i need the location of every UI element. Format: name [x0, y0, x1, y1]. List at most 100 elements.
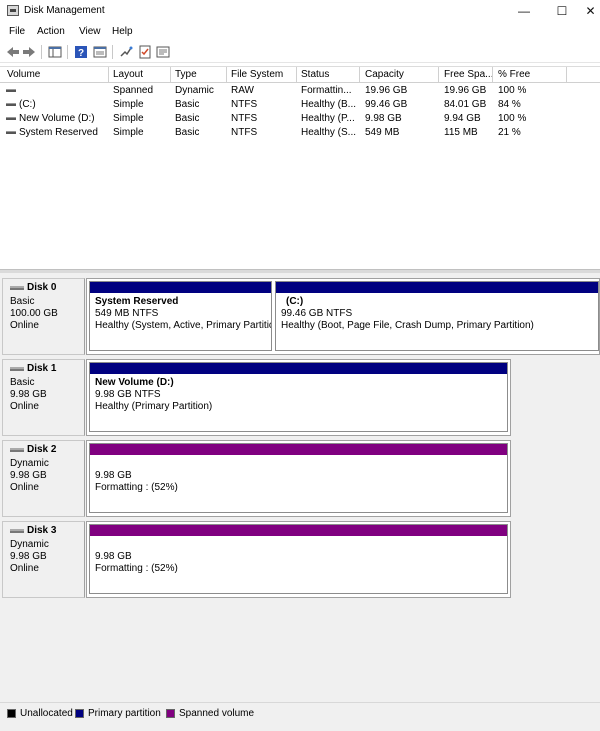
volume-file-system: RAW [231, 85, 254, 96]
volume-name: (C:) [19, 99, 36, 110]
partition-status: Healthy (Boot, Page File, Crash Dump, Pr… [281, 320, 534, 331]
volume-icon [6, 131, 16, 134]
column-header-percent-free[interactable]: % Free [498, 69, 530, 80]
disk-3-partitions: 9.98 GB Formatting : (52%) [86, 521, 511, 598]
partition-status: Formatting : (52%) [95, 563, 178, 574]
disk-name: Disk 0 [27, 282, 57, 293]
help-icon[interactable]: ? [74, 45, 88, 59]
column-divider[interactable] [170, 67, 171, 83]
legend-swatch-unallocated [7, 709, 16, 718]
disk-icon [10, 529, 24, 533]
column-divider[interactable] [492, 67, 493, 83]
volume-percent-free: 100 % [498, 113, 527, 124]
volume-row[interactable]: System Reserved Simple Basic NTFS Health… [0, 126, 600, 140]
disk-icon [10, 286, 24, 290]
column-divider[interactable] [296, 67, 297, 83]
partition-size: 9.98 GB [95, 470, 132, 481]
properties-icon[interactable] [93, 45, 107, 59]
disk-2-label[interactable]: Disk 2 Dynamic 9.98 GB Online [2, 440, 85, 517]
volume-row[interactable]: Spanned Dynamic RAW Formattin... 19.96 G… [0, 84, 600, 98]
disk-kind: Basic [10, 377, 35, 388]
volume-file-system: NTFS [231, 99, 258, 110]
volume-free-space: 115 MB [444, 127, 478, 138]
volume-status: Healthy (S... [301, 127, 357, 138]
volume-capacity: 9.98 GB [365, 113, 402, 124]
disk-size: 9.98 GB [10, 470, 47, 481]
toolbar: ? [0, 41, 600, 63]
volume-capacity: 99.46 GB [365, 99, 408, 110]
legend-label-unallocated: Unallocated [20, 708, 73, 719]
disk-1-partitions: New Volume (D:) 9.98 GB NTFS Healthy (Pr… [86, 359, 511, 436]
disk-0-partitions: System Reserved 549 MB NTFS Healthy (Sys… [86, 278, 600, 355]
volume-status: Healthy (P... [301, 113, 355, 124]
volume-row[interactable]: New Volume (D:) Simple Basic NTFS Health… [0, 112, 600, 126]
show-hide-console-tree-icon[interactable] [48, 45, 62, 59]
volume-type: Dynamic [175, 85, 214, 96]
volume-free-space: 84.01 GB [444, 99, 487, 110]
column-header-capacity[interactable]: Capacity [365, 69, 404, 80]
disk-state: Online [10, 563, 39, 574]
column-divider[interactable] [566, 67, 567, 83]
column-header-free-space[interactable]: Free Spa... [444, 69, 493, 80]
connect-icon[interactable] [119, 45, 133, 59]
checklist-icon[interactable] [138, 45, 152, 59]
volume-name: System Reserved [19, 127, 98, 138]
legend: Unallocated Primary partition Spanned vo… [0, 702, 600, 731]
disk-kind: Basic [10, 296, 35, 307]
column-header-status[interactable]: Status [301, 69, 329, 80]
legend-label-spanned: Spanned volume [179, 708, 255, 719]
forward-icon[interactable] [22, 45, 36, 59]
volume-file-system: NTFS [231, 113, 258, 124]
partition-system-reserved[interactable]: System Reserved 549 MB NTFS Healthy (Sys… [89, 281, 272, 351]
partition-new-volume-d[interactable]: New Volume (D:) 9.98 GB NTFS Healthy (Pr… [89, 362, 508, 432]
partition-title: (C:) [286, 296, 304, 307]
disk-3-label[interactable]: Disk 3 Dynamic 9.98 GB Online [2, 521, 85, 598]
settings-icon[interactable] [156, 45, 170, 59]
volume-free-space: 19.96 GB [444, 85, 487, 96]
menu-action[interactable]: Action [37, 26, 65, 37]
disk-1-label[interactable]: Disk 1 Basic 9.98 GB Online [2, 359, 85, 436]
window-title: Disk Management [24, 5, 105, 16]
menu-file[interactable]: File [9, 26, 25, 37]
disk-state: Online [10, 320, 39, 331]
volume-status: Healthy (B... [301, 99, 357, 110]
disk-kind: Dynamic [10, 539, 49, 550]
menu-view[interactable]: View [79, 26, 101, 37]
volume-icon [6, 103, 16, 106]
disk-2-partitions: 9.98 GB Formatting : (52%) [86, 440, 511, 517]
column-header-layout[interactable]: Layout [113, 69, 143, 80]
partition-type-bar [90, 525, 507, 536]
column-divider[interactable] [438, 67, 439, 83]
partition-size: 9.98 GB NTFS [95, 389, 161, 400]
disk-0-label[interactable]: Disk 0 Basic 100.00 GB Online [2, 278, 85, 355]
spanned-volume-segment[interactable]: 9.98 GB Formatting : (52%) [89, 443, 508, 513]
column-header-volume[interactable]: Volume [7, 69, 40, 80]
disk-icon [10, 448, 24, 452]
partition-status: Healthy (Primary Partition) [95, 401, 213, 412]
column-divider[interactable] [108, 67, 109, 83]
disk-name: Disk 1 [27, 363, 57, 374]
volume-name: New Volume (D:) [19, 113, 95, 124]
disk-state: Online [10, 401, 39, 412]
partition-size: 549 MB NTFS [95, 308, 159, 319]
column-divider[interactable] [226, 67, 227, 83]
svg-text:?: ? [78, 48, 84, 59]
legend-swatch-primary [75, 709, 84, 718]
volume-row[interactable]: (C:) Simple Basic NTFS Healthy (B... 99.… [0, 98, 600, 112]
spanned-volume-segment[interactable]: 9.98 GB Formatting : (52%) [89, 524, 508, 594]
partition-type-bar [90, 444, 507, 455]
close-button[interactable]: ✕ [581, 0, 600, 22]
partition-status: Formatting : (52%) [95, 482, 178, 493]
back-icon[interactable] [6, 45, 20, 59]
menu-help[interactable]: Help [112, 26, 133, 37]
partition-size: 99.46 GB NTFS [281, 308, 353, 319]
volume-list: Volume Layout Type File System Status Ca… [0, 66, 600, 269]
toolbar-separator [41, 45, 42, 59]
volume-layout: Simple [113, 127, 144, 138]
column-divider[interactable] [359, 67, 360, 83]
column-header-file-system[interactable]: File System [231, 69, 283, 80]
maximize-button[interactable]: ☐ [543, 0, 581, 22]
partition-c[interactable]: (C:) 99.46 GB NTFS Healthy (Boot, Page F… [275, 281, 599, 351]
column-header-type[interactable]: Type [175, 69, 197, 80]
minimize-button[interactable]: — [505, 0, 543, 22]
